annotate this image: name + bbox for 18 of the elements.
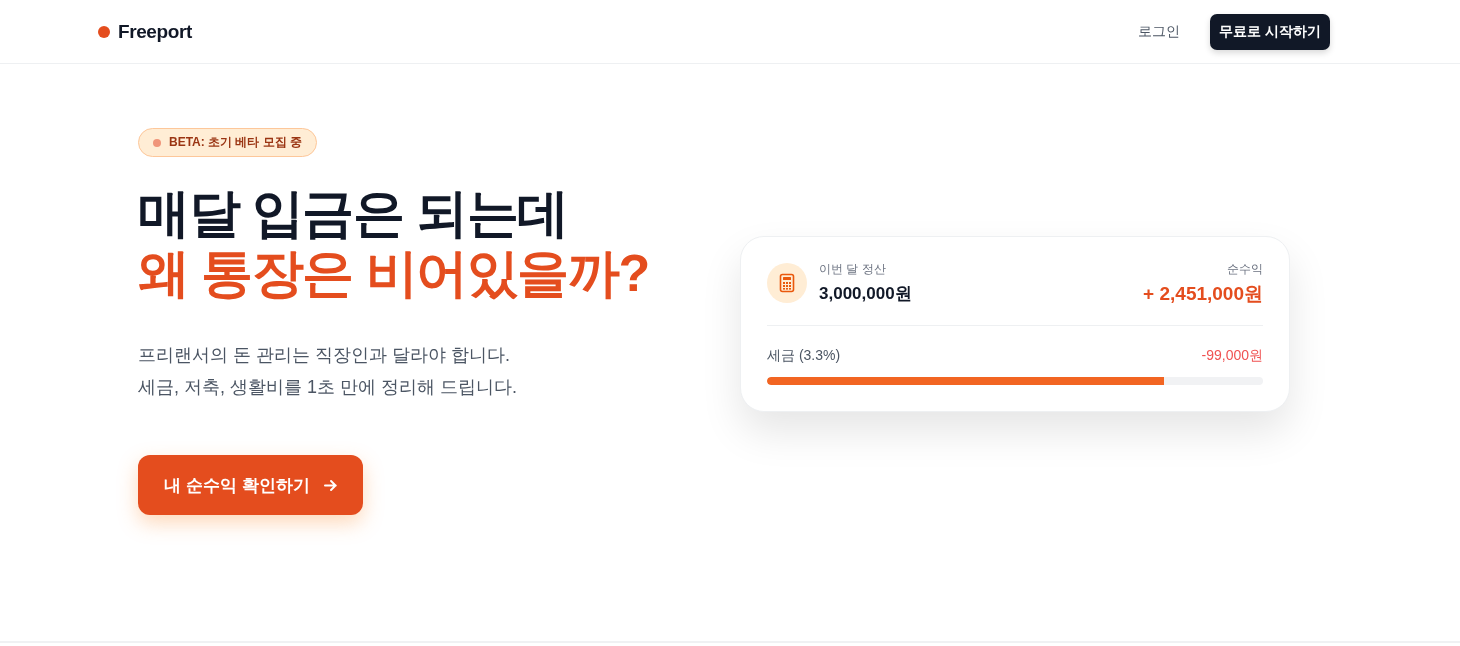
subtitle-text: 프리랜서의 돈 관리는 직장인과 달라야 합니다. 세금, 저축, 생활비를 1초 만에 정리해 드립니다. [138,344,518,399]
tax-label: 세금 (3.3%) [767,348,841,363]
start-free-button[interactable]: 무료로 시작하기 [1210,13,1330,50]
settlement-amount: 3,000,000원 [819,283,912,305]
headline-line: 왜 통장은 비어있을까? [138,243,649,303]
check-net-income-button[interactable]: 내 순수익 확인하기 [138,455,363,515]
beta-badge-text: BETA: 초기 베타 모집 중 [169,134,303,151]
net-income-amount: + 2,451,000원 [1143,282,1263,306]
calculator-icon [767,263,807,303]
status-dot-icon [153,138,161,147]
logo-dot-icon [98,25,110,38]
headline-line: 매달 입금은 되는데 [138,183,569,243]
logo-text[interactable]: Freeport [118,20,192,43]
net-income-label: 순수익 [1227,261,1263,278]
tax-amount: -99,000원 [1201,348,1263,363]
settlement-label: 이번 달 정산 [819,261,887,278]
arrow-right-icon [323,479,337,491]
login-link[interactable]: 로그인 [1138,22,1181,41]
